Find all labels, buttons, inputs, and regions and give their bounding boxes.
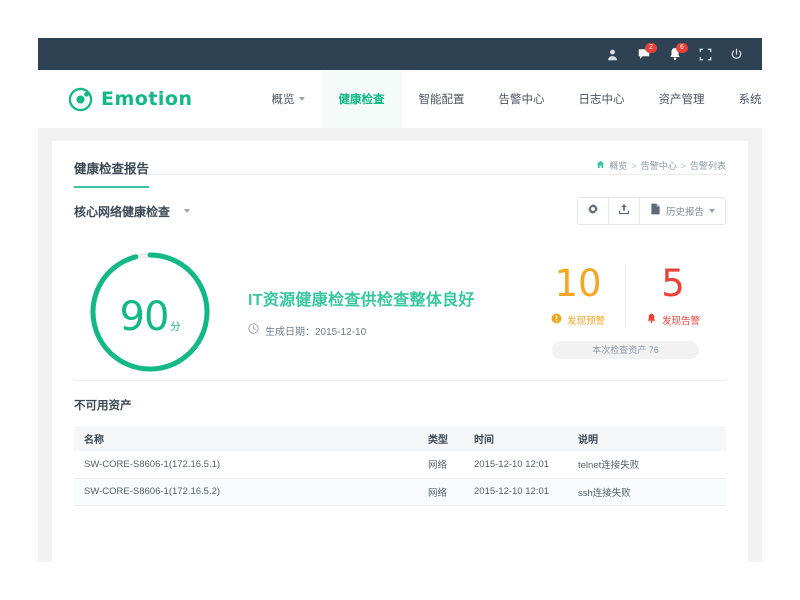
nav-item-log-center[interactable]: 日志中心 [562, 70, 642, 128]
top-utility-bar: 2 6 [38, 38, 762, 70]
circle-logo-icon [68, 87, 93, 112]
brand-logo[interactable]: Emotion [38, 70, 213, 128]
brand-name: Emotion [101, 88, 193, 110]
nav-item-overview[interactable]: 概览 [255, 70, 322, 128]
chevron-down-icon [184, 209, 191, 213]
nav-item-list: 概览 健康检查 智能配置 告警中心 日志中心 资产管理 系统管理 [255, 70, 762, 128]
check-type-value: 核心网络健康检查 [74, 204, 171, 219]
report-toolbar: 历史报告 [576, 197, 726, 225]
table-header-row: 名称 类型 时间 说明 [74, 426, 726, 451]
summary-stats: 10 发现预警 5 发现告警 本次检查资产 76 [531, 264, 726, 359]
history-report-button[interactable]: 历史报告 [639, 198, 725, 224]
generated-date: 生成日期：2015-12-10 [248, 323, 531, 338]
clock-icon [248, 323, 259, 337]
table-row[interactable]: SW-CORE-S8606-1(172.16.5.2) 网络 2015-12-1… [74, 478, 726, 506]
message-badge: 2 [645, 42, 657, 53]
report-card: 健康检查报告 概览 > 告警中心 > 告警列表 核心网络健康检查 历史报告 90… [52, 141, 748, 562]
unavailable-assets-title: 不可用资产 [74, 400, 132, 412]
column-header-name[interactable]: 名称 [74, 426, 418, 451]
health-score-gauge: 90 分 [86, 248, 214, 376]
home-icon[interactable] [596, 160, 605, 171]
fullscreen-icon[interactable] [698, 47, 713, 62]
table-body: SW-CORE-S8606-1(172.16.5.1) 网络 2015-12-1… [74, 451, 726, 506]
breadcrumb-separator: > [631, 160, 637, 171]
cell-name: SW-CORE-S8606-1(172.16.5.1) [74, 451, 418, 479]
nav-item-health-check[interactable]: 健康检查 [321, 70, 402, 128]
bell-icon [646, 313, 657, 327]
cell-desc: telnet连接失败 [568, 451, 726, 479]
cell-time: 2015-12-10 12:01 [464, 451, 568, 479]
column-header-time[interactable]: 时间 [464, 426, 568, 451]
breadcrumb-item-alarm-center[interactable]: 告警中心 [641, 159, 677, 172]
nav-item-label: 系统管理 [738, 94, 762, 106]
summary-section: 90 分 IT资源健康检查供检查整体良好 生成日期：2015-12-10 10 … [74, 225, 726, 381]
warning-count: 10 [554, 262, 602, 305]
chevron-down-icon [709, 209, 715, 213]
table-row[interactable]: SW-CORE-S8606-1(172.16.5.1) 网络 2015-12-1… [74, 451, 726, 479]
settings-button[interactable] [577, 198, 609, 224]
warning-label: 发现预警 [566, 316, 605, 327]
generated-date-label: 生成日期：2015-12-10 [265, 326, 367, 338]
table-head: 名称 类型 时间 说明 [74, 426, 726, 451]
content-area: 健康检查报告 概览 > 告警中心 > 告警列表 核心网络健康检查 历史报告 90… [38, 129, 762, 562]
cell-name: SW-CORE-S8606-1(172.16.5.2) [74, 478, 418, 506]
page-header: 健康检查报告 概览 > 告警中心 > 告警列表 [74, 141, 726, 188]
main-navbar: Emotion 概览 健康检查 智能配置 告警中心 日志中心 资产管理 系统 [38, 70, 762, 129]
filter-row: 核心网络健康检查 历史报告 [74, 175, 726, 225]
cell-desc: ssh连接失败 [568, 478, 726, 506]
summary-text-block: IT资源健康检查供检查整体良好 生成日期：2015-12-10 [248, 286, 531, 338]
nav-item-system-management[interactable]: 系统管理 [722, 70, 762, 128]
exclamation-circle-icon [551, 313, 562, 327]
nav-item-label: 资产管理 [658, 94, 705, 106]
alarm-label-wrap: 发现告警 [646, 313, 700, 327]
page-title: 健康检查报告 [74, 158, 150, 188]
nav-item-label: 告警中心 [498, 94, 545, 106]
app-window: 2 6 Emotion 概览 健康检查 智能配置 告警中心 日志中心 资产管理 … [38, 38, 762, 562]
message-icon[interactable]: 2 [636, 42, 657, 62]
health-score-unit: 分 [170, 321, 181, 333]
upload-icon [618, 202, 630, 220]
stat-alarm[interactable]: 5 发现告警 [625, 264, 720, 327]
column-header-desc[interactable]: 说明 [568, 426, 726, 451]
health-score-value: 90 [119, 293, 170, 340]
cell-type: 网络 [418, 478, 464, 506]
gauge-value-wrap: 90 分 [86, 248, 214, 376]
column-header-type[interactable]: 类型 [418, 426, 464, 451]
nav-item-label: 日志中心 [578, 94, 625, 106]
cell-type: 网络 [418, 451, 464, 479]
warning-label-wrap: 发现预警 [551, 313, 605, 327]
breadcrumb-separator: > [680, 160, 686, 171]
breadcrumb: 概览 > 告警中心 > 告警列表 [596, 157, 726, 172]
nav-item-label: 概览 [271, 94, 295, 106]
breadcrumb-item-overview[interactable]: 概览 [609, 159, 627, 172]
stats-row: 10 发现预警 5 发现告警 [531, 264, 720, 327]
bell-icon[interactable]: 6 [667, 42, 688, 62]
power-icon[interactable] [729, 47, 744, 62]
nav-item-label: 智能配置 [418, 94, 465, 106]
nav-item-label: 健康检查 [338, 94, 385, 106]
nav-item-asset-management[interactable]: 资产管理 [642, 70, 722, 128]
summary-headline: IT资源健康检查供检查整体良好 [248, 291, 475, 309]
bell-badge: 6 [676, 42, 688, 53]
nav-item-alarm-center[interactable]: 告警中心 [482, 70, 562, 128]
cell-time: 2015-12-10 12:01 [464, 478, 568, 506]
breadcrumb-item-alarm-list[interactable]: 告警列表 [690, 159, 726, 172]
alarm-label: 发现告警 [661, 316, 700, 327]
chevron-down-icon [298, 97, 305, 101]
user-icon[interactable] [605, 47, 620, 62]
unavailable-assets-table: 名称 类型 时间 说明 SW-CORE-S8606-1(172.16.5.1) … [74, 426, 726, 506]
check-type-select[interactable]: 核心网络健康检查 [74, 203, 191, 220]
stat-warning[interactable]: 10 发现预警 [531, 264, 625, 327]
top-icon-group: 2 6 [605, 42, 744, 62]
export-button[interactable] [608, 198, 640, 224]
nav-item-smart-config[interactable]: 智能配置 [402, 70, 482, 128]
gear-icon [587, 202, 599, 220]
document-icon [650, 202, 661, 220]
checked-assets-badge: 本次检查资产 76 [552, 341, 699, 359]
history-report-label: 历史报告 [665, 207, 704, 218]
alarm-count: 5 [661, 262, 685, 305]
